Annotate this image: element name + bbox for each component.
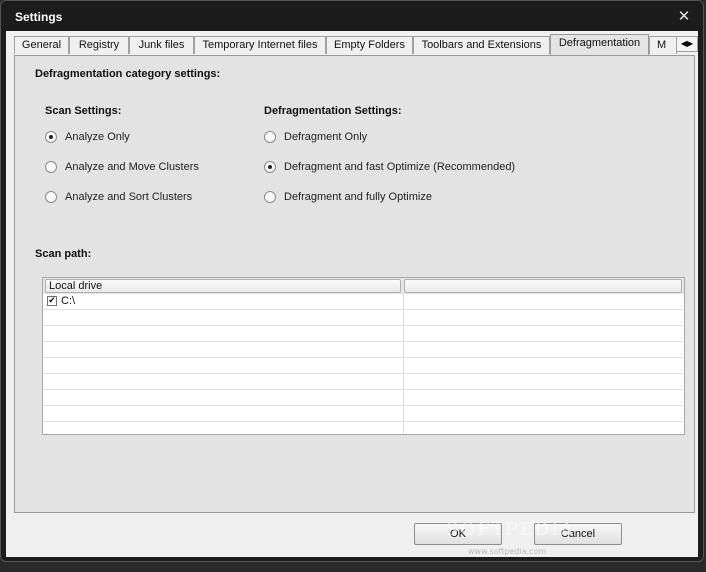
defrag-settings-title: Defragmentation Settings: (264, 105, 402, 117)
tab-toolbars-and-extensions[interactable]: Toolbars and Extensions (413, 36, 550, 54)
radio-button[interactable] (45, 131, 57, 143)
table-row-empty (43, 342, 684, 358)
tab-empty-folders[interactable]: Empty Folders (326, 36, 413, 54)
radio-label: Defragment Only (284, 131, 368, 143)
drive-label: C:\ (61, 295, 76, 307)
radio-label: Analyze Only (65, 131, 130, 143)
scan-path-grid[interactable]: Local drive ✔ C:\ (42, 277, 685, 435)
table-row-empty (43, 358, 684, 374)
grid-header: Local drive (43, 278, 684, 294)
window-title: Settings (15, 10, 63, 24)
dialog-client: General Registry Junk files Temporary In… (6, 31, 698, 557)
tab-scroll-buttons[interactable]: ◀▶ (676, 36, 698, 52)
tab-temporary-internet-files[interactable]: Temporary Internet files (194, 36, 326, 54)
radio-analyze-only[interactable]: Analyze Only (45, 130, 130, 144)
drive-checkbox[interactable]: ✔ (47, 296, 57, 306)
tab-registry[interactable]: Registry (69, 36, 129, 54)
radio-button[interactable] (264, 131, 276, 143)
ok-button[interactable]: OK (414, 523, 502, 545)
table-row-empty (43, 406, 684, 422)
defragmentation-panel: Defragmentation category settings: Scan … (14, 55, 695, 513)
title-bar[interactable]: Settings ✕ (1, 1, 703, 33)
softpedia-watermark-url: www.softpedia.com (468, 547, 547, 556)
column-header-local-drive[interactable]: Local drive (45, 279, 401, 293)
tab-junk-files[interactable]: Junk files (129, 36, 194, 54)
radio-defragment-fast-optimize[interactable]: Defragment and fast Optimize (Recommende… (264, 160, 515, 174)
radio-label: Analyze and Sort Clusters (65, 191, 193, 203)
panel-heading: Defragmentation category settings: (35, 68, 221, 80)
radio-label: Defragment and fully Optimize (284, 191, 432, 203)
radio-defragment-fully-optimize[interactable]: Defragment and fully Optimize (264, 190, 432, 204)
tab-defragmentation[interactable]: Defragmentation (550, 34, 649, 55)
radio-button[interactable] (264, 191, 276, 203)
column-header-blank[interactable] (404, 279, 682, 293)
radio-button[interactable] (45, 191, 57, 203)
radio-button[interactable] (264, 161, 276, 173)
radio-analyze-move-clusters[interactable]: Analyze and Move Clusters (45, 160, 199, 174)
tab-overflow[interactable]: M (649, 36, 677, 54)
cancel-button[interactable]: Cancel (534, 523, 622, 545)
table-row-empty (43, 310, 684, 326)
tab-scroll-right-icon[interactable]: ▶ (687, 39, 693, 48)
radio-label: Analyze and Move Clusters (65, 161, 199, 173)
tab-strip: General Registry Junk files Temporary In… (14, 34, 698, 56)
table-row-empty (43, 390, 684, 406)
radio-button[interactable] (45, 161, 57, 173)
table-row-empty (43, 374, 684, 390)
settings-window: Settings ✕ General Registry Junk files T… (0, 0, 704, 562)
close-icon[interactable]: ✕ (675, 7, 693, 25)
radio-analyze-sort-clusters[interactable]: Analyze and Sort Clusters (45, 190, 192, 204)
table-row-empty (43, 326, 684, 342)
radio-defragment-only[interactable]: Defragment Only (264, 130, 367, 144)
scan-settings-title: Scan Settings: (45, 105, 122, 117)
tab-general[interactable]: General (14, 36, 69, 54)
scan-path-title: Scan path: (35, 248, 92, 260)
radio-label: Defragment and fast Optimize (Recommende… (284, 161, 516, 173)
column-divider (403, 294, 404, 434)
table-row[interactable]: ✔ C:\ (43, 294, 684, 310)
